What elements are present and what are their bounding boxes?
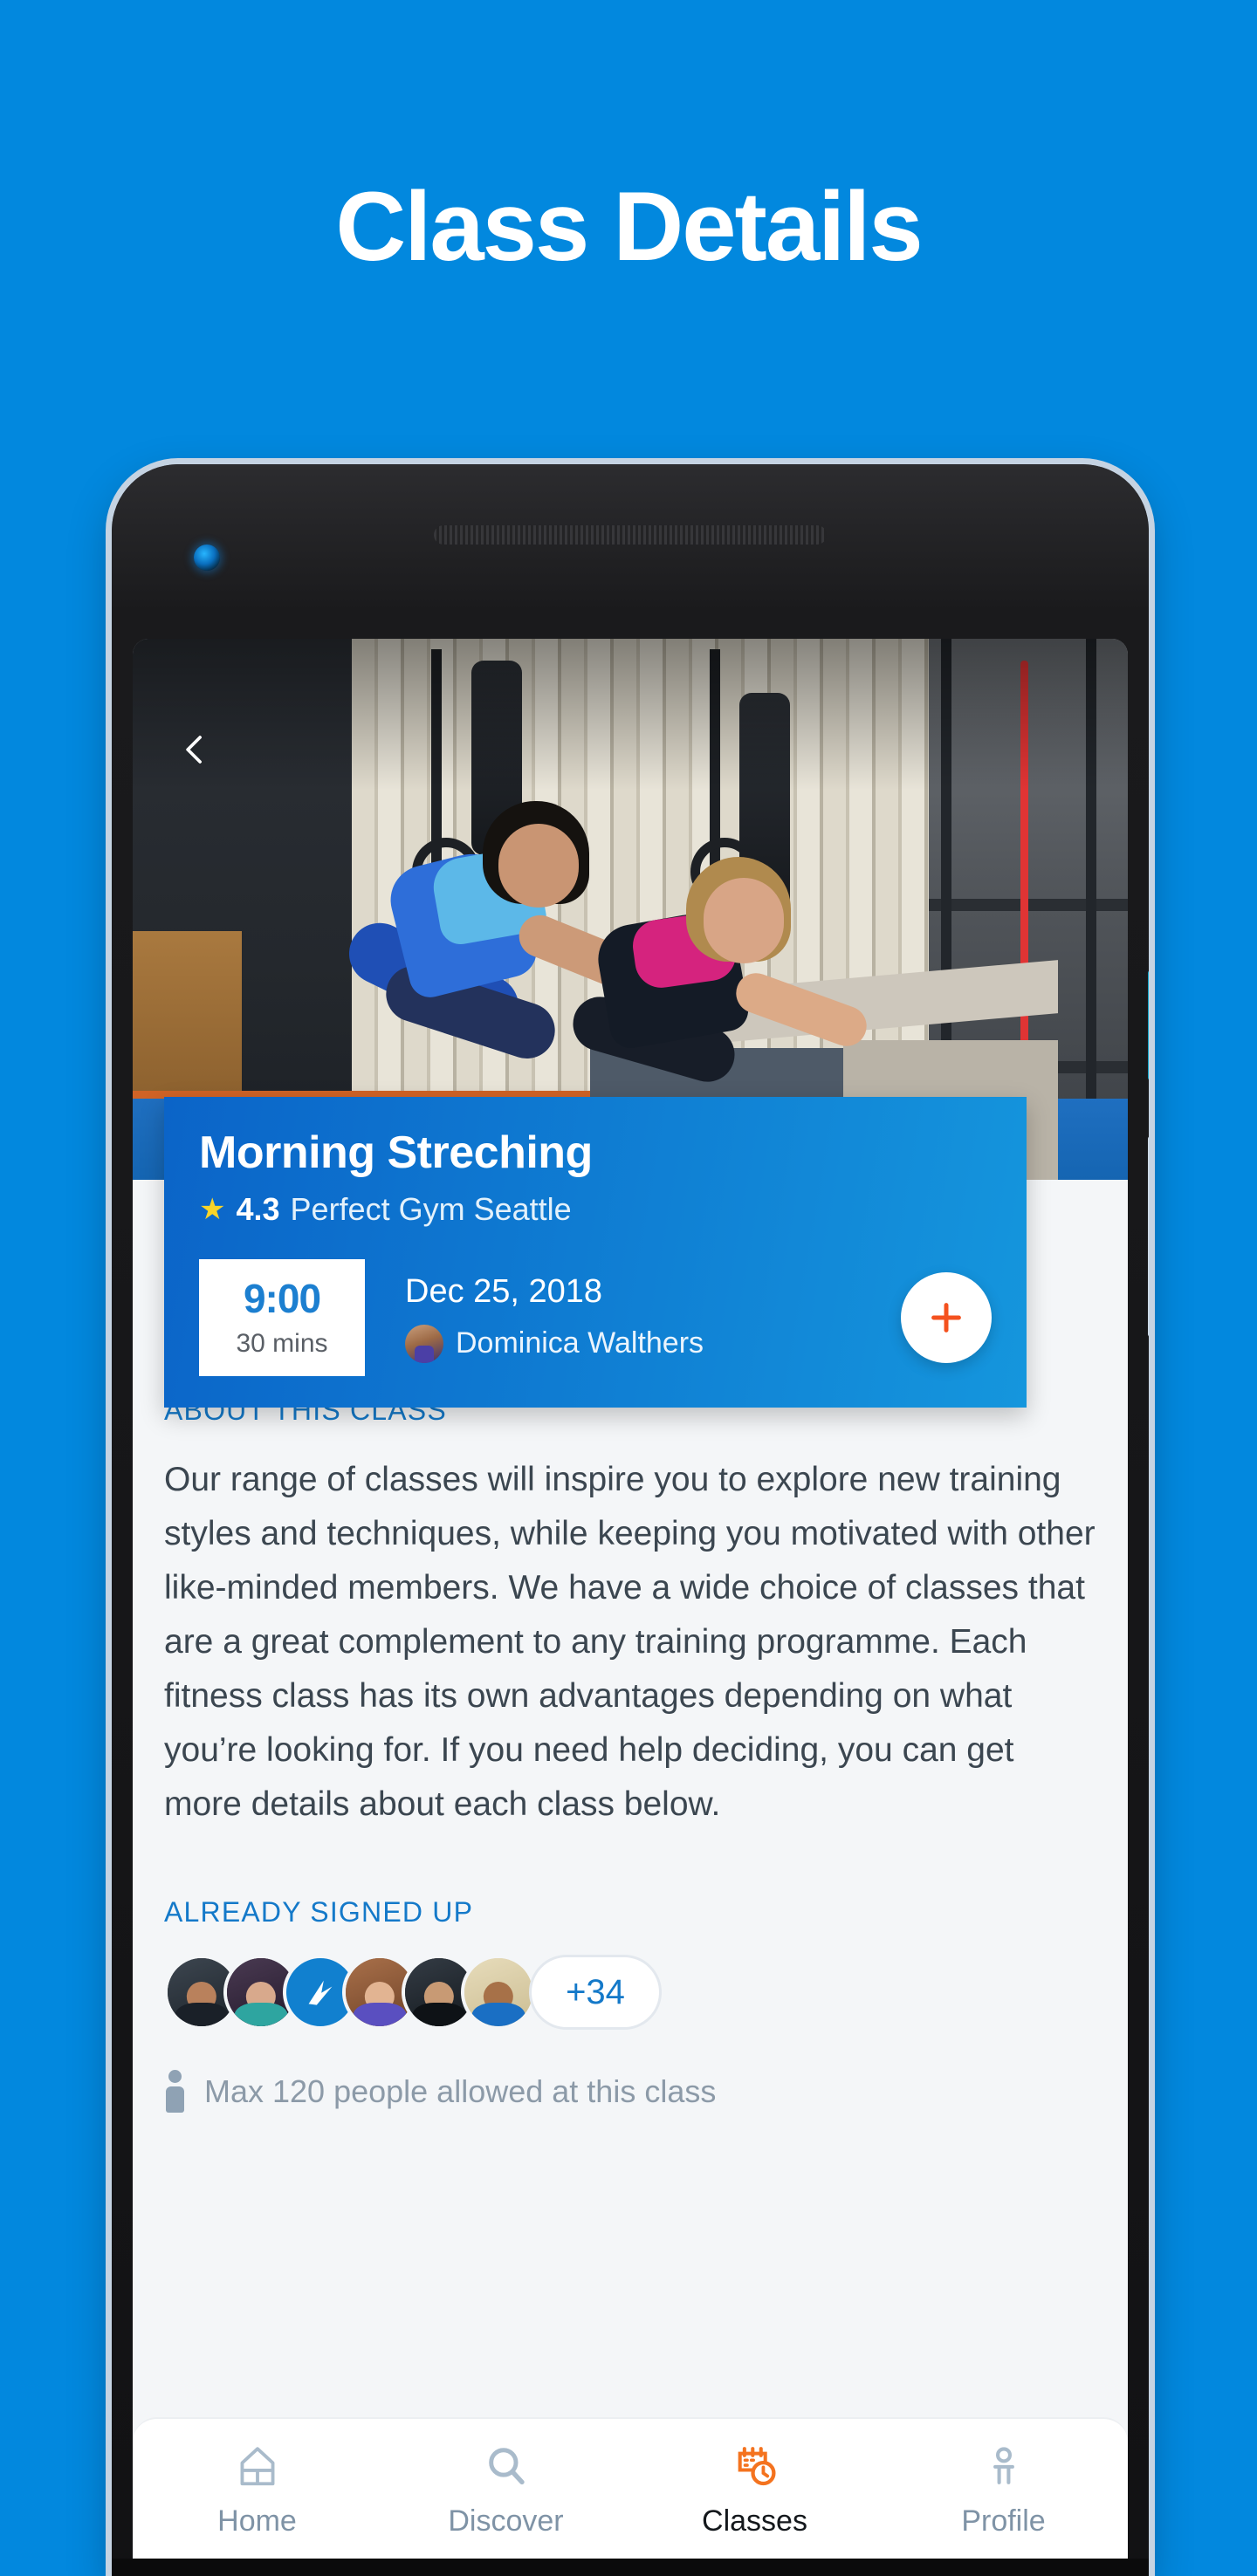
nav-label-classes: Classes [702,2504,807,2538]
search-icon [483,2442,530,2490]
back-button[interactable] [164,719,225,780]
earpiece-speaker [434,525,827,545]
add-class-button[interactable] [901,1272,992,1363]
star-icon: ★ [199,1193,226,1226]
nav-label-profile: Profile [961,2504,1046,2538]
class-meta-row: 9:00 30 mins Dec 25, 2018 Dominica Walth… [199,1259,992,1376]
class-time: 9:00 [243,1276,321,1321]
device-chin [112,2559,1149,2576]
instructor-name: Dominica Walthers [456,1326,704,1360]
signed-up-section-label: ALREADY SIGNED UP [164,1896,474,1928]
page-title: Class Details [335,172,923,281]
nav-item-discover[interactable]: Discover [381,2442,630,2538]
person-icon [164,2070,185,2113]
class-details-content: ABOUT THIS CLASS Our range of classes wi… [133,1394,1128,2113]
avatar[interactable] [461,1955,536,2030]
about-section-text: Our range of classes will inspire you to… [164,1461,1096,1823]
class-duration: 30 mins [236,1329,328,1358]
nav-item-classes[interactable]: Classes [630,2442,879,2538]
class-info-card: Morning Streching ★ 4.3 Perfect Gym Seat… [164,1097,1027,1408]
class-date-instructor: Dec 25, 2018 Dominica Walthers [405,1273,704,1363]
capacity-row: Max 120 people allowed at this class [164,2070,1096,2113]
phone-device-frame: Morning Streching ★ 4.3 Perfect Gym Seat… [112,464,1149,2576]
attendee-avatar-list: +34 [164,1955,1096,2030]
plus-icon [931,1303,961,1333]
class-title: Morning Streching [199,1127,593,1178]
rating-row: ★ 4.3 Perfect Gym Seattle [199,1191,992,1228]
more-attendees-button[interactable]: +34 [529,1955,662,2030]
chevron-left-icon [186,736,202,764]
home-icon [234,2442,281,2490]
gym-name: Perfect Gym Seattle [290,1191,572,1227]
person-icon [980,2442,1027,2490]
nav-item-profile[interactable]: Profile [879,2442,1128,2538]
class-date: Dec 25, 2018 [405,1272,603,1310]
bottom-navigation: Home Discover Classes Profile [133,2417,1128,2576]
power-button[interactable] [1148,970,1149,1080]
instructor-row: Dominica Walthers [405,1324,704,1363]
brand-bird-icon [308,1980,333,2005]
app-screen: Morning Streching ★ 4.3 Perfect Gym Seat… [133,639,1128,2576]
calendar-clock-icon [732,2442,779,2490]
volume-button[interactable] [1148,1136,1149,1337]
time-chip: 9:00 30 mins [199,1259,365,1376]
instructor-avatar [405,1324,443,1363]
capacity-text: Max 120 people allowed at this class [204,2072,717,2109]
nav-label-discover: Discover [448,2504,564,2538]
nav-item-home[interactable]: Home [133,2442,381,2538]
front-camera-icon [194,545,220,571]
rating-value: 4.3 [236,1191,280,1227]
nav-label-home: Home [217,2504,297,2538]
